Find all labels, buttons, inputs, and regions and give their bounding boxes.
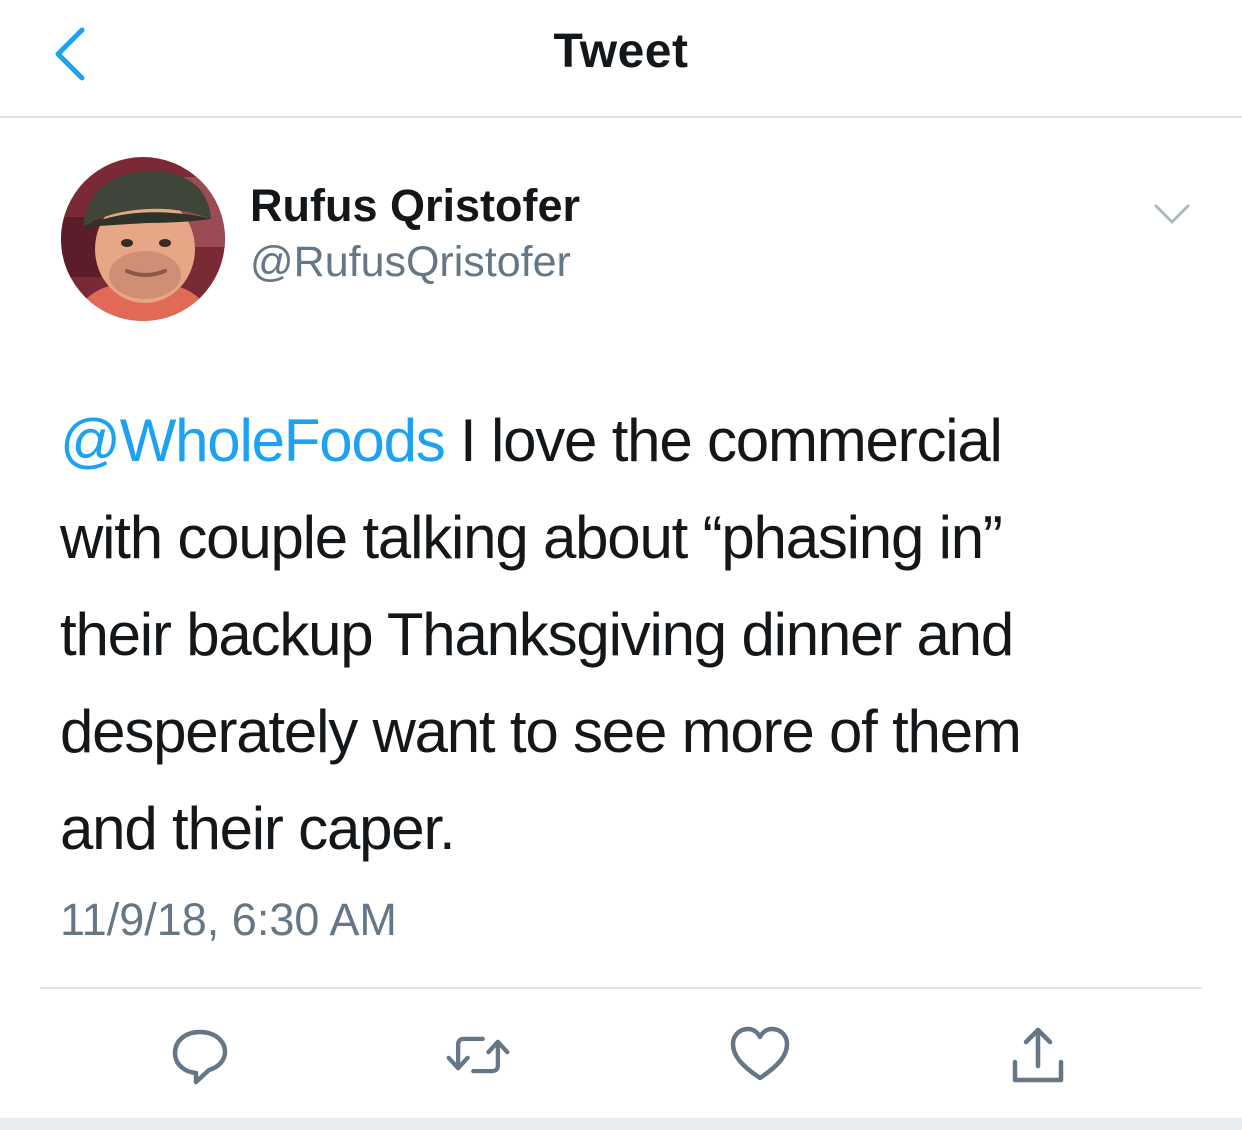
page-title: Tweet: [553, 25, 689, 78]
tweet-line: with couple talking about “phasing in”: [60, 504, 1003, 571]
reply-icon: [172, 1029, 228, 1085]
tweet-line-text: I love the commercial: [444, 407, 1003, 474]
tweet-line: their backup Thanksgiving dinner and: [60, 601, 1014, 668]
bottom-separator: [0, 1118, 1242, 1130]
avatar[interactable]: [61, 157, 225, 321]
chevron-down-icon: [1154, 204, 1190, 224]
tweet-line: and their caper.: [60, 795, 456, 862]
heart-icon: [730, 1026, 790, 1081]
reply-button[interactable]: [165, 1020, 235, 1090]
tweet-text: @WholeFoods I love the commercial with c…: [60, 392, 1200, 877]
nav-header: Tweet: [0, 0, 1242, 118]
author-handle[interactable]: @RufusQristofer: [250, 238, 571, 287]
tweet-menu-button[interactable]: [1148, 196, 1196, 232]
author-name[interactable]: Rufus Qristofer: [250, 180, 580, 232]
share-button[interactable]: [1003, 1020, 1073, 1090]
like-button[interactable]: [725, 1020, 795, 1090]
tweet-timestamp: 11/9/18, 6:30 AM: [60, 894, 397, 945]
tweet-line: desperately want to see more of them: [60, 698, 1022, 765]
mention-link[interactable]: @WholeFoods: [60, 407, 446, 474]
retweet-icon: [446, 1036, 510, 1074]
share-icon: [1012, 1027, 1064, 1083]
avatar-photo: [61, 157, 225, 321]
divider: [40, 987, 1202, 989]
tweet-line: @WholeFoods I love the commercial: [60, 392, 1200, 489]
retweet-button[interactable]: [443, 1020, 513, 1090]
